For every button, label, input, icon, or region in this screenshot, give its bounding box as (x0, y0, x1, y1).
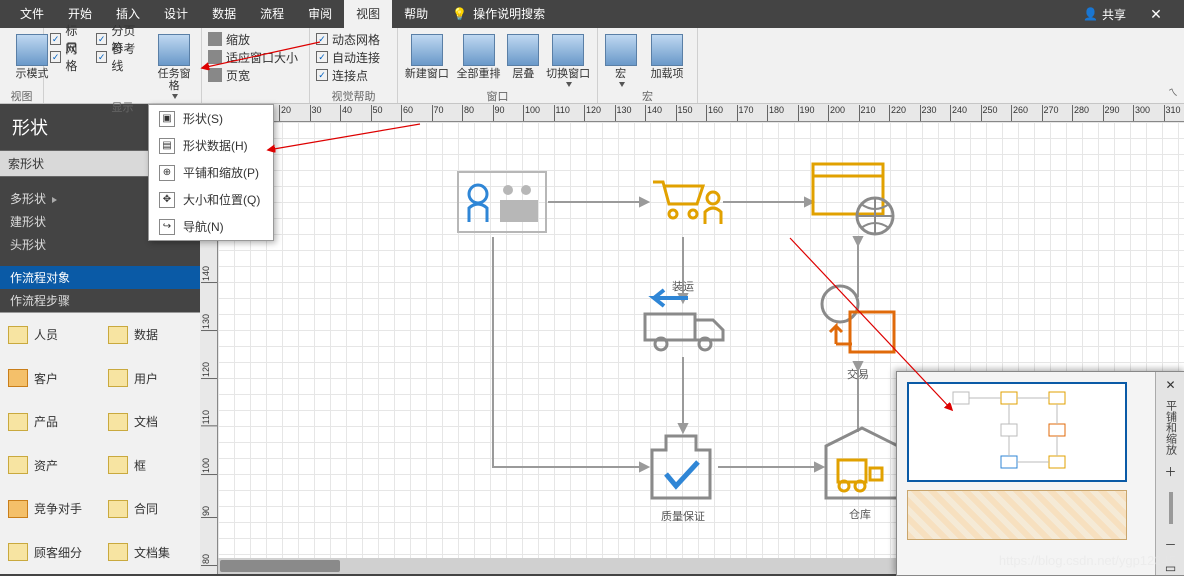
zoom-button[interactable]: 缩放 (208, 30, 303, 48)
addin-icon (651, 34, 683, 66)
mi-size-pos[interactable]: ✥大小和位置(Q) (149, 186, 273, 213)
ribbon: 示模式 视图 ✓标尺 ✓网格 ✓分页符 ✓参考线 任务窗格 显示 缩放 适应窗口… (0, 28, 1184, 104)
chevron-down-icon (619, 82, 625, 87)
new-window-button[interactable]: 新建窗口 (404, 30, 450, 80)
chk-grid[interactable]: ✓网格 (50, 48, 88, 66)
menu-data[interactable]: 数据 (200, 0, 248, 28)
mi-shape-data[interactable]: ▤形状数据(H) (149, 132, 273, 159)
label-qa: 质量保证 (661, 508, 705, 524)
share-button[interactable]: 👤共享 (1073, 6, 1136, 23)
menu-help[interactable]: 帮助 (392, 0, 440, 28)
mi-navigation[interactable]: ↪导航(N) (149, 213, 273, 240)
chevron-down-icon (566, 82, 572, 87)
arrange-all-button[interactable]: 全部重排 (456, 30, 502, 80)
cascade-icon (507, 34, 539, 66)
group-title-macro: 宏 (604, 88, 691, 103)
pagewidth-icon (208, 68, 222, 82)
task-pane-menu: ▣形状(S) ▤形状数据(H) ⊕平铺和缩放(P) ✥大小和位置(Q) ↪导航(… (148, 104, 274, 241)
shape-box[interactable]: 框 (100, 444, 200, 488)
group-title-window: 窗口 (404, 88, 591, 103)
label-warehouse: 仓库 (849, 506, 871, 522)
bulb-icon: 💡 (452, 7, 467, 21)
task-pane-button[interactable]: 任务窗格 (153, 30, 195, 99)
macro-icon (605, 34, 637, 66)
zoom-slider[interactable] (1169, 492, 1173, 524)
shape-trade[interactable] (818, 282, 903, 365)
panzoom-title: 平铺和缩放 (1163, 400, 1179, 455)
panzoom-icon: ⊕ (159, 165, 175, 181)
shape-truck[interactable] (643, 290, 728, 363)
shape-customer[interactable]: 客户 (0, 357, 100, 401)
shape-product[interactable]: 产品 (0, 400, 100, 444)
label-trade: 交易 (847, 366, 869, 382)
cascade-button[interactable]: 层叠 (507, 30, 539, 80)
collapse-ribbon[interactable]: ㄟ (1168, 84, 1178, 99)
close-button[interactable]: ✕ (1136, 6, 1176, 23)
menu-design[interactable]: 设计 (152, 0, 200, 28)
chk-guides[interactable]: ✓参考线 (96, 48, 145, 66)
mi-pan-zoom[interactable]: ⊕平铺和缩放(P) (149, 159, 273, 186)
macros-button[interactable]: 宏 (604, 30, 637, 87)
shape-warehouse[interactable] (822, 422, 902, 505)
shape-custseg[interactable]: 顾客细分 (0, 531, 100, 575)
group-title-view: 视图 (6, 88, 37, 103)
tell-me-search[interactable]: 💡操作说明搜索 (440, 0, 557, 28)
shape-competitor[interactable]: 竞争对手 (0, 487, 100, 531)
pan-zoom-window[interactable]: ✕ 平铺和缩放 ＋ － ▭ (896, 371, 1184, 576)
sizepos-icon: ✥ (159, 192, 175, 208)
fit-window-button[interactable]: 适应窗口大小 (208, 48, 303, 66)
shape-data[interactable]: 数据 (100, 313, 200, 357)
label-shipment: 装运 (672, 278, 694, 294)
canvas[interactable]: 0102030405060708090100110120130140150160… (200, 104, 1184, 574)
shape-cart-user[interactable] (648, 172, 728, 240)
page-width-button[interactable]: 页宽 (208, 66, 303, 84)
shape-browser-globe[interactable] (813, 164, 903, 242)
menu-file[interactable]: 文件 (8, 0, 56, 28)
chk-dynamic-grid[interactable]: ✓动态网格 (316, 30, 391, 48)
menu-review[interactable]: 审阅 (296, 0, 344, 28)
switchwin-icon (552, 34, 584, 66)
arrange-icon (463, 34, 495, 66)
shape-document[interactable]: 文档 (100, 400, 200, 444)
minus-icon[interactable]: － (1164, 536, 1176, 553)
pan-zoom-viewport[interactable] (907, 382, 1127, 482)
group-title-visaid: 视觉帮助 (316, 88, 391, 103)
shape-contract[interactable]: 合同 (100, 487, 200, 531)
pz-close-icon[interactable]: ✕ (1165, 378, 1175, 392)
chk-connectpoint[interactable]: ✓连接点 (316, 66, 391, 84)
watermark: https://blog.csdn.net/ygp12345 (999, 553, 1176, 568)
shape-gallery: 人员 数据 客户 用户 产品 文档 资产 框 竞争对手 合同 顾客细分 文档集 (0, 312, 200, 574)
shape-asset[interactable]: 资产 (0, 444, 100, 488)
chk-autoconnect[interactable]: ✓自动连接 (316, 48, 391, 66)
shape-people-group[interactable] (458, 172, 548, 240)
newwin-icon (411, 34, 443, 66)
shape-docset[interactable]: 文档集 (100, 531, 200, 575)
mini-diagram (909, 384, 1125, 480)
fit-icon (208, 50, 222, 64)
pan-zoom-strip (907, 490, 1127, 540)
taskpane-icon (158, 34, 190, 66)
menu-view[interactable]: 视图 (344, 0, 392, 28)
cat-workflow-steps[interactable]: 作流程步骤 (0, 289, 200, 312)
addins-button[interactable]: 加载项 (643, 30, 691, 80)
shape-qa[interactable] (646, 430, 721, 508)
person-icon: 👤 (1083, 7, 1098, 21)
nav-icon: ↪ (159, 219, 175, 235)
shapedata-icon: ▤ (159, 138, 175, 154)
shape-user[interactable]: 用户 (100, 357, 200, 401)
h ruler: 0102030405060708090100110120130140150160… (218, 104, 1184, 122)
shape-person[interactable]: 人员 (0, 313, 100, 357)
menubar: 文件 开始 插入 设计 数据 流程 审阅 视图 帮助 💡操作说明搜索 👤共享 ✕ (0, 0, 1184, 28)
switch-window-button[interactable]: 切换窗口 (545, 30, 591, 87)
plus-icon[interactable]: ＋ (1164, 463, 1176, 480)
mi-shapes[interactable]: ▣形状(S) (149, 105, 273, 132)
group-title-zoom (208, 88, 303, 103)
shapes-icon: ▣ (159, 111, 175, 127)
zoom-icon (208, 32, 222, 46)
menu-process[interactable]: 流程 (248, 0, 296, 28)
cat-workflow-objects[interactable]: 作流程对象 (0, 266, 200, 289)
